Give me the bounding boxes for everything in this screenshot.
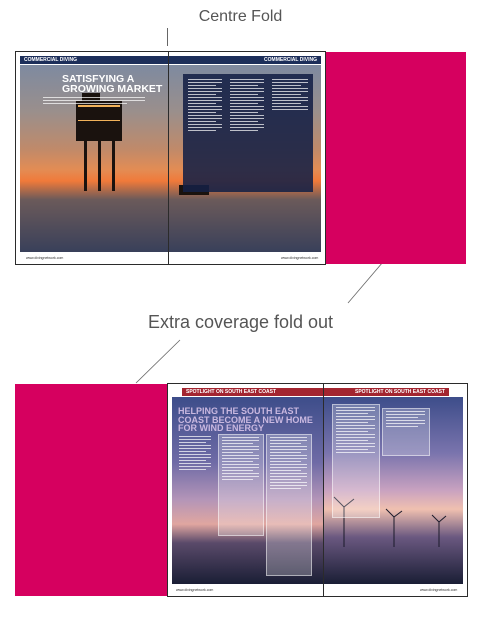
rig-leg-3	[98, 141, 101, 191]
top-left-header: COMMERCIAL DIVING	[20, 56, 169, 64]
bottom-footer-left: www.divingnetwork.com	[176, 588, 214, 592]
top-right-header: COMMERCIAL DIVING	[169, 56, 321, 64]
bottom-left-text-box2	[266, 434, 312, 576]
bottom-footer-right: www.divingnetwork.com	[420, 588, 458, 592]
bottom-left-header: SPOTLIGHT ON SOUTH EAST COAST	[182, 388, 324, 396]
bottom-right-page: SPOTLIGHT ON SOUTH EAST COAST www.diving…	[323, 383, 468, 597]
rig-leg-1	[84, 141, 87, 191]
bottom-left-page: SPOTLIGHT ON SOUTH EAST COAST HELPING TH…	[167, 383, 325, 597]
callout-line-top	[347, 261, 384, 304]
callout-line-bottom	[135, 339, 181, 384]
bottom-right-header-text: SPOTLIGHT ON SOUTH EAST COAST	[354, 389, 445, 395]
top-left-header-text: COMMERCIAL DIVING	[24, 57, 77, 63]
top-headline-line2: GROWING MARKET	[62, 83, 163, 95]
top-intro-text	[40, 95, 160, 106]
rig-lights-2	[78, 120, 120, 121]
magenta-foldout-top	[324, 52, 466, 264]
bottom-headline-line3: FOR WIND ENERGY	[178, 423, 265, 433]
rig-leg-2	[112, 141, 115, 191]
magenta-foldout-bottom	[15, 384, 167, 596]
top-text-panel	[183, 74, 313, 192]
top-left-page: COMMERCIAL DIVING SATISFYING A GROWING M…	[15, 51, 170, 265]
bottom-headline: HELPING THE SOUTH EAST COAST BECOME A NE…	[178, 407, 313, 433]
bottom-left-text-box1	[218, 434, 264, 536]
bottom-right-header: SPOTLIGHT ON SOUTH EAST COAST	[324, 388, 449, 396]
top-right-page: COMMERCIAL DIVING www.divingnetwork.com	[168, 51, 326, 265]
top-footer-right: www.divingnetwork.com	[281, 256, 319, 260]
turbine-blade	[385, 508, 395, 518]
bottom-left-header-text: SPOTLIGHT ON SOUTH EAST COAST	[186, 389, 277, 395]
bottom-right-text-box1	[332, 404, 380, 518]
top-right-header-text: COMMERCIAL DIVING	[264, 57, 317, 63]
top-spread: COMMERCIAL DIVING SATISFYING A GROWING M…	[15, 51, 466, 265]
top-footer-left: www.divingnetwork.com	[26, 256, 64, 260]
turbine-blade	[393, 510, 403, 518]
bottom-left-text-col1	[176, 434, 214, 472]
rig-deck	[76, 101, 122, 141]
turbine-blade	[431, 514, 440, 523]
bottom-right-text-box2	[382, 408, 430, 456]
turbine-blade	[438, 515, 447, 523]
top-headline: SATISFYING A GROWING MARKET	[62, 74, 163, 95]
bottom-spread: SPOTLIGHT ON SOUTH EAST COAST HELPING TH…	[15, 383, 468, 597]
